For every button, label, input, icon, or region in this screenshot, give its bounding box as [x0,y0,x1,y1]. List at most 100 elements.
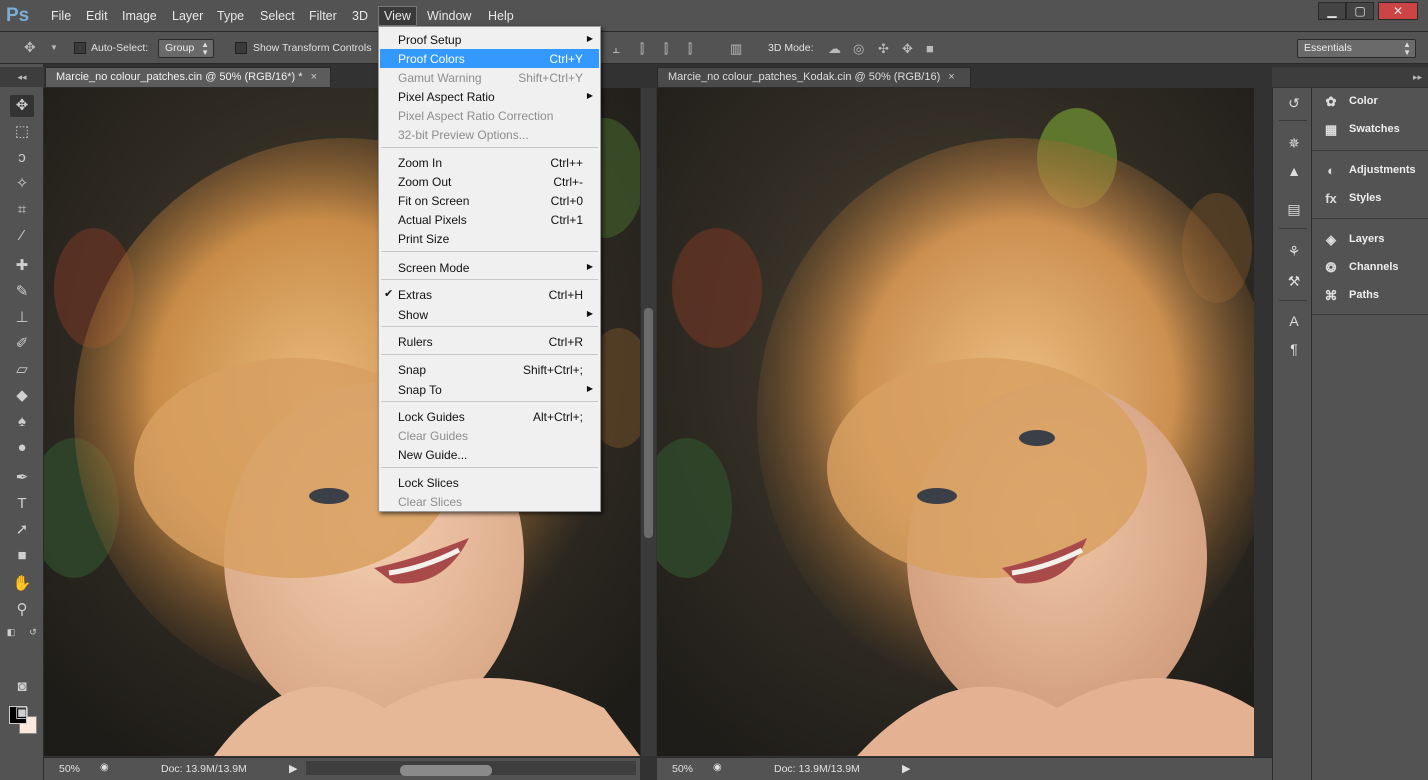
marquee-tool-icon[interactable]: ⬚ [10,121,34,143]
menu-item-gamut-warning[interactable]: Gamut Warning Shift+Ctrl+Y [380,68,599,87]
dodge-tool-icon[interactable]: ● [10,437,34,459]
menu-layer[interactable]: Layer [167,7,208,25]
menu-window[interactable]: Window [422,7,476,25]
pen-tool-icon[interactable]: ✒ [10,467,34,489]
maximize-button[interactable]: ▢ [1346,2,1374,20]
paint-bucket-tool-icon[interactable]: ◆ [10,385,34,407]
menu-item-zoom-in[interactable]: Zoom In Ctrl++ [380,153,599,172]
play-arrow-icon[interactable]: ▶ [902,762,910,775]
menu-item-clear-guides[interactable]: Clear Guides [380,426,599,445]
channels-panel-tab[interactable]: ❂ Channels [1320,257,1424,279]
move-tool-preset-icon[interactable]: ✥ [24,39,36,56]
info-icon[interactable]: ▤ [1283,198,1305,220]
eyedropper-tool-icon[interactable]: ⁄ [10,225,34,247]
workspace-dropdown[interactable]: Essentials ▲ ▼ [1297,39,1416,58]
brush-tool-icon[interactable]: ✎ [10,281,34,303]
type-tool-icon[interactable]: T [10,493,34,515]
history-brush-tool-icon[interactable]: ✐ [10,333,34,355]
default-colors-icon[interactable]: ◧ [4,621,18,643]
zoom-level[interactable]: 50% [59,763,80,775]
paragraph-icon[interactable]: ¶ [1283,338,1305,360]
menu-type[interactable]: Type [212,7,249,25]
actions-icon[interactable]: ✵ [1283,132,1305,154]
quick-mask-icon[interactable]: ◙ [10,676,34,698]
menu-item-proof-setup[interactable]: Proof Setup ▶ [380,30,599,49]
lasso-tool-icon[interactable]: ↄ [10,147,34,169]
distribute-right-icon[interactable]: ⫿ [688,41,692,57]
panels-collapse-bar[interactable]: ▸▸ [1272,67,1428,87]
healing-brush-tool-icon[interactable]: ✚ [10,255,34,277]
menu-view[interactable]: View [378,6,417,26]
3d-roll-icon[interactable]: ◎ [853,41,864,57]
clone-stamp-tool-icon[interactable]: ⊥ [10,307,34,329]
styles-panel-tab[interactable]: fx Styles [1320,188,1424,210]
tools-collapse-bar[interactable]: ◂◂ [0,67,44,87]
blur-tool-icon[interactable]: ♠ [10,411,34,433]
paths-panel-tab[interactable]: ⌘ Paths [1320,285,1424,307]
document-canvas-2[interactable] [657,88,1254,756]
close-tab-icon[interactable]: × [948,71,954,83]
menu-item-32bit-preview[interactable]: 32-bit Preview Options... [380,125,599,144]
path-select-tool-icon[interactable]: ➚ [10,519,34,541]
auto-select-checkbox[interactable] [74,42,86,54]
menu-item-proof-colors[interactable]: Proof Colors Ctrl+Y [380,49,599,68]
distribute-center-icon[interactable]: ⫿ [664,41,668,57]
hand-tool-icon[interactable]: ✋ [10,573,34,595]
swatches-panel-tab[interactable]: ▦ Swatches [1320,119,1424,141]
menu-item-zoom-out[interactable]: Zoom Out Ctrl+- [380,172,599,191]
horizontal-scrollbar-1[interactable] [306,761,636,776]
menu-item-fit-on-screen[interactable]: Fit on Screen Ctrl+0 [380,191,599,210]
brush-presets-icon[interactable]: ⚘ [1283,240,1305,262]
color-panel-tab[interactable]: ✿ Color [1320,91,1424,113]
menu-item-clear-slices[interactable]: Clear Slices [380,492,599,511]
menu-help[interactable]: Help [483,7,519,25]
menu-item-screen-mode[interactable]: Screen Mode ▶ [380,258,599,277]
layers-panel-tab[interactable]: ◈ Layers [1320,229,1424,251]
swap-colors-icon[interactable]: ↺ [26,621,40,643]
adjustments-panel-tab[interactable]: ◐ Adjustments [1320,160,1424,182]
tool-presets-icon[interactable]: ⚒ [1283,270,1305,292]
menu-item-show[interactable]: Show ▶ [380,305,599,324]
scroll-thumb[interactable] [400,765,492,776]
3d-rotate-icon[interactable]: ☁ [828,41,841,57]
menu-item-pixel-aspect-ratio-correction[interactable]: Pixel Aspect Ratio Correction [380,106,599,125]
close-button[interactable]: ✕ [1378,2,1418,20]
3d-pan-icon[interactable]: ✣ [878,41,889,57]
menu-item-extras[interactable]: ✔ Extras Ctrl+H [380,285,599,304]
close-tab-icon[interactable]: × [311,71,317,83]
menu-item-snap[interactable]: Snap Shift+Ctrl+; [380,360,599,379]
menu-item-lock-guides[interactable]: Lock Guides Alt+Ctrl+; [380,407,599,426]
menu-filter[interactable]: Filter [304,7,342,25]
quick-select-tool-icon[interactable]: ✧ [10,173,34,195]
menu-item-new-guide[interactable]: New Guide... [380,445,599,464]
share-icon[interactable]: ◉ [100,762,109,773]
eraser-tool-icon[interactable]: ▱ [10,359,34,381]
document-tab-1[interactable]: Marcie_no colour_patches.cin @ 50% (RGB/… [45,67,331,88]
menu-item-rulers[interactable]: Rulers Ctrl+R [380,332,599,351]
crop-tool-icon[interactable]: ⌗ [10,199,34,221]
history-icon[interactable]: ↺ [1283,92,1305,114]
rectangle-tool-icon[interactable]: ■ [10,545,34,567]
menu-image[interactable]: Image [117,7,162,25]
menu-edit[interactable]: Edit [81,7,113,25]
share-icon[interactable]: ◉ [713,762,722,773]
move-tool-icon[interactable]: ✥ [10,95,34,117]
menu-select[interactable]: Select [255,7,300,25]
document-tab-2[interactable]: Marcie_no colour_patches_Kodak.cin @ 50%… [657,67,971,88]
zoom-tool-icon[interactable]: ⚲ [10,599,34,621]
menu-item-snap-to[interactable]: Snap To ▶ [380,380,599,399]
align-bottom-icon[interactable]: ⫠ [612,41,620,57]
character-icon[interactable]: A [1283,310,1305,332]
menu-3d[interactable]: 3D [347,7,373,25]
3d-scale-icon[interactable]: ■ [926,41,934,56]
minimize-button[interactable]: ▁ [1318,2,1346,20]
show-transform-checkbox[interactable] [235,42,247,54]
screen-mode-icon[interactable]: ▣ [10,702,34,724]
vertical-scrollbar-1[interactable] [640,88,656,756]
scroll-thumb[interactable] [644,308,653,538]
chevron-down-icon[interactable]: ▼ [50,43,58,52]
zoom-level[interactable]: 50% [672,763,693,775]
menu-item-actual-pixels[interactable]: Actual Pixels Ctrl+1 [380,210,599,229]
play-arrow-icon[interactable]: ▶ [289,762,297,775]
histogram-icon[interactable]: ▲ [1283,160,1305,182]
